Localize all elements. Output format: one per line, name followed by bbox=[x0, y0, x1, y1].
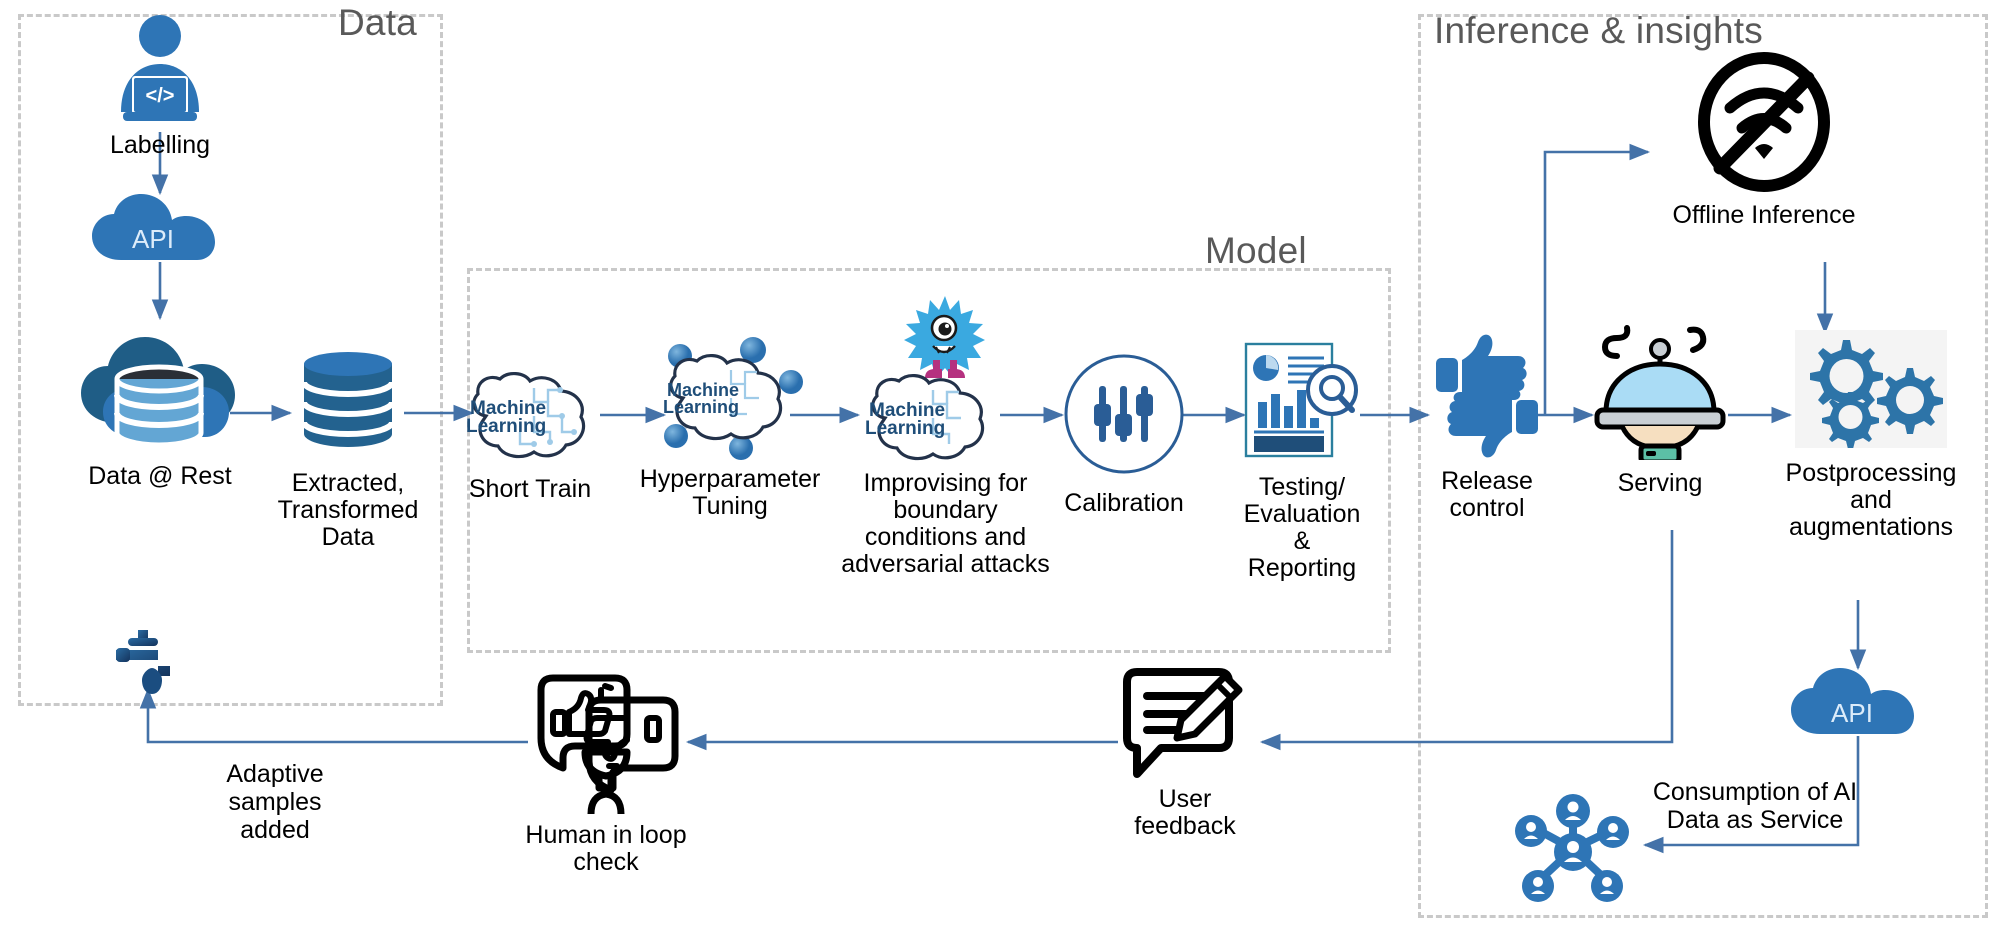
faucet-drip-icon bbox=[112, 628, 188, 698]
sliders-circle-icon bbox=[1062, 352, 1186, 476]
node-user-feedback[interactable]: User feedback bbox=[1100, 668, 1270, 840]
speech-bubble-pencil-icon bbox=[1117, 668, 1253, 782]
svg-text:</>: </> bbox=[146, 85, 175, 107]
cloud-api-icon: API bbox=[87, 192, 233, 264]
node-human-in-loop[interactable]: Human in loop check bbox=[520, 668, 692, 876]
node-offline-inference[interactable]: Offline Inference bbox=[1634, 52, 1894, 229]
database-icon bbox=[298, 350, 398, 448]
node-data-at-rest-label: Data @ Rest bbox=[88, 462, 232, 490]
node-postprocessing-label: Postprocessing and augmentations bbox=[1785, 459, 1957, 541]
node-faucet[interactable] bbox=[110, 628, 190, 698]
ml-lifecycle-diagram: Data Model Inference & insights </> Labe… bbox=[0, 0, 2002, 946]
node-calibration-label: Calibration bbox=[1064, 489, 1184, 517]
node-improvising-label: Improvising for boundary conditions and … bbox=[841, 469, 1050, 578]
node-api-bottom[interactable]: API bbox=[1786, 666, 1932, 738]
zone-model-title: Model bbox=[1205, 230, 1307, 271]
thumbs-feedback-person-icon bbox=[533, 668, 679, 816]
node-calibration[interactable]: Calibration bbox=[1058, 352, 1190, 517]
ml-text-line2: Learning bbox=[663, 397, 739, 417]
wifi-off-icon bbox=[1696, 52, 1832, 192]
node-serving[interactable]: Serving bbox=[1586, 320, 1734, 497]
node-network-users[interactable] bbox=[1510, 790, 1636, 908]
report-magnifier-icon bbox=[1238, 340, 1366, 462]
node-postprocessing[interactable]: Postprocessing and augmentations bbox=[1776, 330, 1966, 541]
machine-learning-brain-knobs-icon: Machine Learning bbox=[645, 336, 815, 462]
cloud-api-text: API bbox=[1831, 698, 1873, 728]
person-laptop-code-icon: </> bbox=[101, 14, 219, 126]
cloud-api-text: API bbox=[132, 224, 174, 254]
node-human-in-loop-label: Human in loop check bbox=[525, 821, 687, 876]
node-hyperparameter-tuning-label: Hyperparameter Tuning bbox=[639, 465, 821, 520]
cloud-api-icon: API bbox=[1786, 666, 1932, 738]
machine-learning-brain-icon: Machine Learning bbox=[464, 370, 596, 462]
node-short-train-label: Short Train bbox=[468, 475, 592, 503]
consumption-label: Consumption of AI Data as Service bbox=[1652, 778, 1858, 834]
node-short-train[interactable]: Machine Learning Short Train bbox=[455, 370, 605, 503]
cloud-database-icon bbox=[67, 325, 253, 445]
ml-text-line2: Learning bbox=[865, 418, 945, 439]
node-testing[interactable]: Testing/ Evaluation & Reporting bbox=[1228, 340, 1376, 582]
adaptive-samples-label: Adaptive samples added bbox=[226, 760, 324, 844]
gears-icon bbox=[1795, 330, 1947, 448]
node-offline-inference-label: Offline Inference bbox=[1672, 201, 1856, 229]
ml-text-line2: Learning bbox=[466, 416, 546, 437]
node-hyperparameter-tuning[interactable]: Machine Learning Hyperparameter Tuning bbox=[640, 336, 820, 520]
user-network-icon bbox=[1514, 790, 1632, 908]
node-testing-label: Testing/ Evaluation & Reporting bbox=[1243, 473, 1361, 582]
zone-data-title: Data bbox=[338, 2, 417, 43]
node-release-control-label: Release control bbox=[1441, 467, 1533, 522]
node-api-top[interactable]: API bbox=[85, 192, 235, 264]
node-etl-data-label: Extracted, Transformed Data bbox=[277, 469, 419, 551]
node-etl-data[interactable]: Extracted, Transformed Data bbox=[268, 350, 428, 551]
machine-learning-brain-monster-icon: Machine Learning bbox=[863, 288, 1029, 464]
node-data-at-rest[interactable]: Data @ Rest bbox=[50, 325, 270, 490]
node-user-feedback-label: User feedback bbox=[1134, 785, 1236, 840]
node-release-control[interactable]: Release control bbox=[1418, 330, 1556, 522]
cloche-serving-icon bbox=[1589, 320, 1731, 460]
thumbs-up-down-icon bbox=[1426, 330, 1548, 460]
node-labelling-label: Labelling bbox=[109, 131, 211, 159]
node-improvising[interactable]: Machine Learning Improvising for boundar… bbox=[838, 288, 1053, 578]
zone-inference-title: Inference & insights bbox=[1434, 10, 1763, 51]
node-serving-label: Serving bbox=[1617, 469, 1703, 497]
node-labelling[interactable]: </> Labelling bbox=[90, 14, 230, 159]
